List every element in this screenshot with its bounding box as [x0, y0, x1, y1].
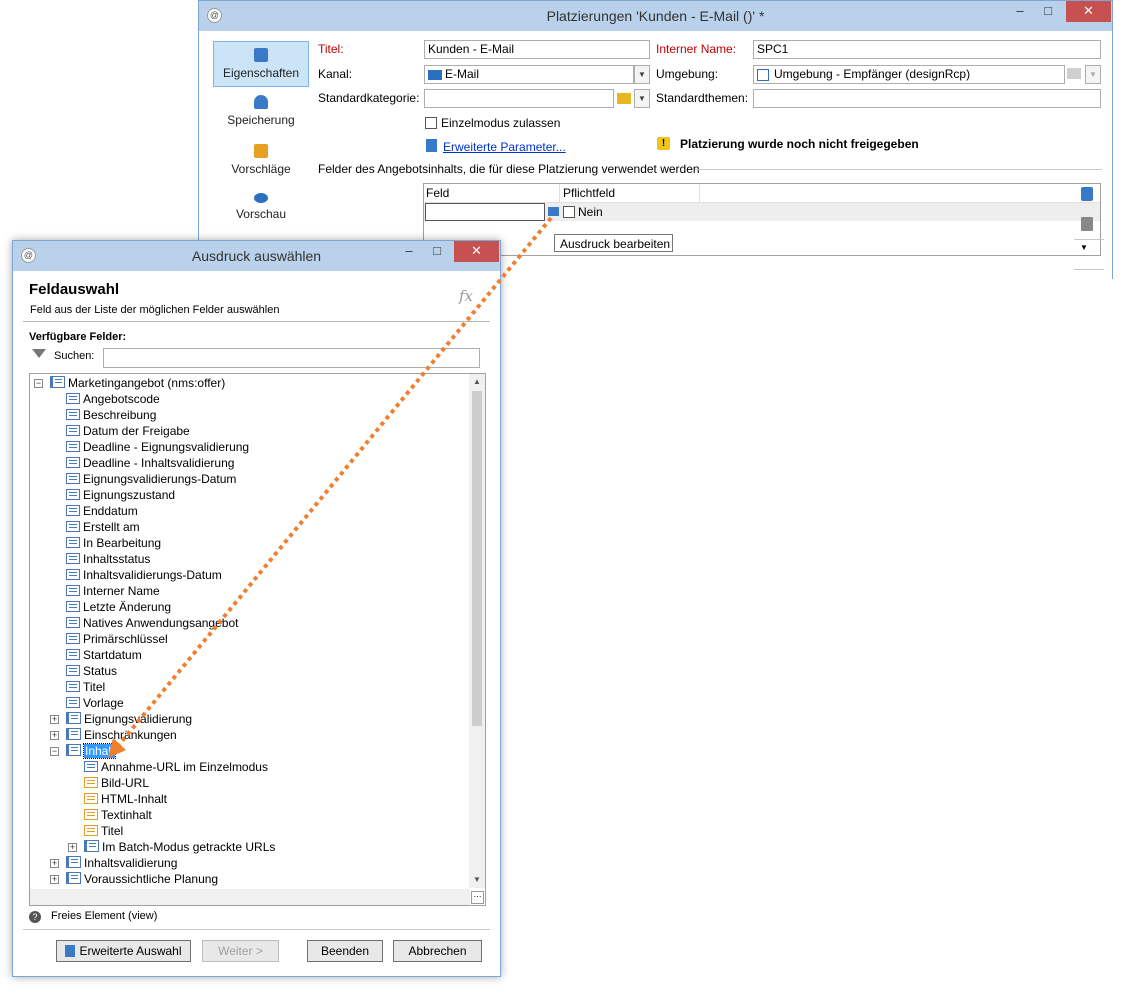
annotation-arrow — [108, 216, 553, 758]
arrow-line — [116, 216, 553, 748]
